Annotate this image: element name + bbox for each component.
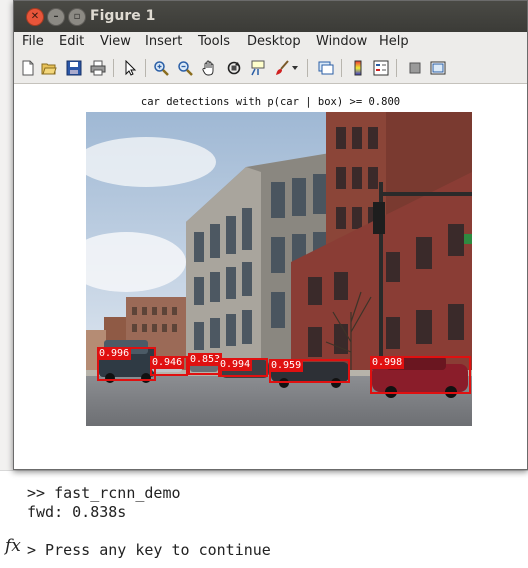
rotate-3d-button[interactable] bbox=[224, 58, 244, 78]
detection-score-label: 0.998 bbox=[370, 356, 405, 369]
close-window-button[interactable]: ✕ bbox=[26, 8, 44, 26]
menu-bar: File Edit View Insert Tools Desktop Wind… bbox=[14, 32, 527, 53]
save-button[interactable] bbox=[64, 58, 84, 78]
function-browser-icon[interactable]: fx bbox=[5, 536, 21, 556]
show-plot-tools-icon bbox=[430, 61, 446, 75]
minimize-icon: – bbox=[53, 11, 59, 22]
toolbar-separator bbox=[113, 59, 114, 77]
link-plot-icon bbox=[318, 61, 334, 75]
command-output-line: fwd: 0.838s bbox=[27, 503, 127, 521]
toolbar-separator bbox=[145, 59, 146, 77]
figure-window: ✕ – ▫ Figure 1 File Edit View Insert Too… bbox=[13, 0, 528, 470]
menu-tools[interactable]: Tools bbox=[198, 34, 230, 49]
print-button[interactable] bbox=[88, 58, 108, 78]
zoom-in-button[interactable] bbox=[151, 58, 171, 78]
menu-window[interactable]: Window bbox=[316, 34, 367, 49]
colorbar-icon bbox=[354, 60, 362, 76]
detection-score-label: 0.996 bbox=[97, 347, 132, 360]
maximize-window-button[interactable]: ▫ bbox=[68, 8, 86, 26]
toolbar-separator bbox=[341, 59, 342, 77]
plot-title: car detections with p(car | box) >= 0.80… bbox=[140, 96, 401, 108]
hide-plot-tools-icon bbox=[409, 62, 421, 74]
command-history-line: >> fast_rcnn_demo bbox=[27, 484, 181, 502]
toolbar-separator bbox=[307, 59, 308, 77]
insert-colorbar-button[interactable] bbox=[348, 58, 368, 78]
link-plot-button[interactable] bbox=[316, 58, 336, 78]
menu-edit[interactable]: Edit bbox=[59, 34, 84, 49]
menu-view[interactable]: View bbox=[100, 34, 131, 49]
insert-legend-button[interactable] bbox=[371, 58, 391, 78]
street-photo: 0.996 0.946 0.853 0.994 0.959 0.998 bbox=[86, 112, 472, 426]
close-icon: ✕ bbox=[30, 11, 40, 22]
legend-icon bbox=[373, 60, 389, 76]
command-prompt-line[interactable]: > Press any key to continue bbox=[27, 541, 271, 559]
detection-score-label: 0.853 bbox=[188, 353, 223, 366]
save-icon bbox=[66, 60, 82, 76]
brush-dropdown-button[interactable] bbox=[290, 58, 300, 78]
menu-insert[interactable]: Insert bbox=[145, 34, 182, 49]
new-figure-button[interactable] bbox=[18, 58, 38, 78]
brush-button[interactable] bbox=[272, 58, 292, 78]
figure-canvas[interactable]: car detections with p(car | box) >= 0.80… bbox=[14, 84, 527, 469]
detection-score-label: 0.946 bbox=[150, 356, 185, 369]
zoom-out-icon bbox=[178, 61, 193, 76]
window-titlebar[interactable]: ✕ – ▫ Figure 1 bbox=[14, 1, 527, 32]
rotate-3d-icon bbox=[227, 61, 241, 75]
minimize-window-button[interactable]: – bbox=[47, 8, 65, 26]
brush-icon bbox=[276, 60, 289, 75]
figure-toolbar bbox=[14, 53, 527, 84]
new-figure-icon bbox=[22, 60, 34, 76]
toolbar-separator bbox=[396, 59, 397, 77]
hide-plot-tools-button[interactable] bbox=[405, 58, 425, 78]
chevron-down-icon bbox=[292, 66, 298, 70]
data-cursor-button[interactable] bbox=[248, 58, 268, 78]
menu-help[interactable]: Help bbox=[379, 34, 409, 49]
edit-plot-button[interactable] bbox=[120, 58, 140, 78]
maximize-icon: ▫ bbox=[73, 11, 81, 22]
zoom-in-icon bbox=[154, 61, 169, 76]
data-cursor-icon bbox=[251, 60, 265, 76]
detection-score-label: 0.959 bbox=[269, 359, 304, 372]
print-icon bbox=[90, 60, 106, 76]
open-file-button[interactable] bbox=[39, 58, 59, 78]
pan-button[interactable] bbox=[199, 58, 219, 78]
detection-score-label: 0.994 bbox=[218, 358, 253, 371]
zoom-out-button[interactable] bbox=[175, 58, 195, 78]
pan-hand-icon bbox=[202, 60, 214, 76]
edit-plot-arrow-icon bbox=[125, 60, 137, 76]
show-plot-tools-button[interactable] bbox=[428, 58, 448, 78]
open-file-icon bbox=[41, 63, 57, 75]
window-title: Figure 1 bbox=[90, 8, 156, 24]
menu-file[interactable]: File bbox=[22, 34, 44, 49]
menu-desktop[interactable]: Desktop bbox=[247, 34, 301, 49]
